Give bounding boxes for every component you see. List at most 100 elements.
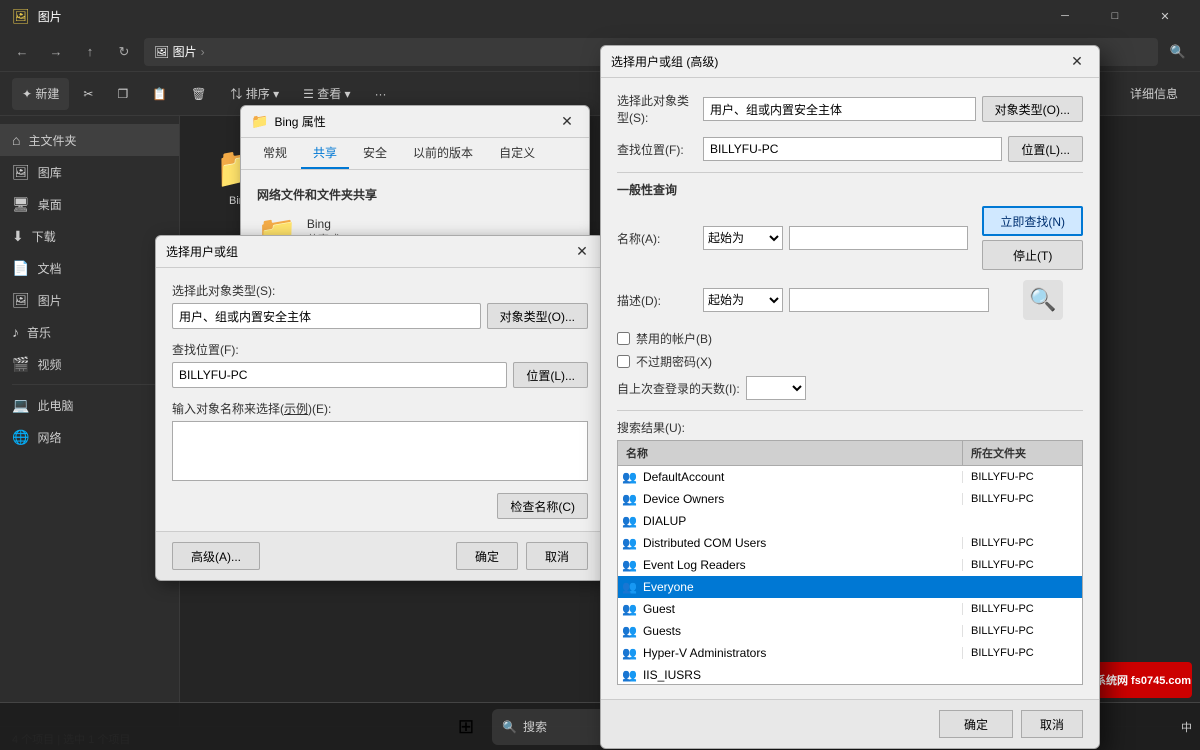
adv-dialog-buttons: 确定 取消 [601,699,1099,748]
search-bar[interactable]: 🔍 搜索 [492,709,612,745]
adv-divider2 [617,410,1083,411]
select-user-close[interactable]: ✕ [570,240,594,264]
result-item[interactable]: 👥 Hyper-V Administrators BILLYFU-PC [618,642,1082,664]
results-list[interactable]: 👥 DefaultAccount BILLYFU-PC 👥 Device Own… [617,465,1083,685]
find-now-button[interactable]: 立即查找(N) [982,206,1083,236]
search-illustration: 🔍 [1023,280,1063,320]
sidebar-item-gallery[interactable]: 🖼 图库 [0,156,179,188]
results-label: 搜索结果(U): [617,419,1083,436]
tab-share[interactable]: 共享 [301,138,349,169]
paste-button[interactable]: 📋 [142,78,177,110]
result-item[interactable]: 👥 Guests BILLYFU-PC [618,620,1082,642]
home-icon: ⌂ [12,132,20,148]
location-input-row: 位置(L)... [172,362,588,388]
sidebar-item-downloads[interactable]: ⬇ 下载 [0,220,179,252]
result-location: BILLYFU-PC [962,493,1082,505]
sidebar-item-music[interactable]: ♪ 音乐 [0,316,179,348]
downloads-icon: ⬇ [12,228,24,245]
start-button[interactable]: ⊞ [444,705,488,749]
desktop-icon: 🖥 [12,196,30,213]
sidebar-item-gallery-label: 图库 [38,164,62,181]
adv-name-input[interactable] [789,226,968,250]
check-name-button[interactable]: 检查名称(C) [497,493,588,519]
result-item[interactable]: 👥 Device Owners BILLYFU-PC [618,488,1082,510]
stop-button[interactable]: 停止(T) [982,240,1083,270]
result-item[interactable]: 👥 Distributed COM Users BILLYFU-PC [618,532,1082,554]
input-name-row: 输入对象名称来选择(示例)(E): 检查名称(C) [172,400,588,519]
result-item[interactable]: 👥 Event Log Readers BILLYFU-PC [618,554,1082,576]
col-loc-header: 所在文件夹 [962,441,1082,465]
select-user-dialog: 选择用户或组 ✕ 选择此对象类型(S): 对象类型(O)... 查找位置(F):… [155,235,605,581]
address-text: 🖼 图片 [154,43,197,60]
close-button[interactable]: ✕ [1142,0,1188,32]
search-button[interactable]: 🔍 [1164,38,1192,66]
adv-dialog-title: 选择用户或组 (高级) [611,53,1065,70]
tab-custom[interactable]: 自定义 [487,138,547,169]
result-name: Everyone [641,580,962,594]
adv-days-select[interactable] [746,376,806,400]
thispc-icon: 💻 [12,397,29,414]
result-item[interactable]: 👥 DIALUP [618,510,1082,532]
up-button[interactable]: ↑ [76,38,104,66]
adv-desc-input[interactable] [789,288,989,312]
refresh-button[interactable]: ↻ [110,38,138,66]
result-item[interactable]: 👥 Guest BILLYFU-PC [618,598,1082,620]
location-button[interactable]: 位置(L)... [513,362,588,388]
adv-object-type-button[interactable]: 对象类型(O)... [982,96,1083,122]
minimize-button[interactable]: ─ [1042,0,1088,32]
back-button[interactable]: ← [8,38,36,66]
bing-dialog-close[interactable]: ✕ [555,110,579,134]
advanced-button[interactable]: 高级(A)... [172,542,260,570]
noexpiry-label: 不过期密码(X) [636,353,712,370]
adv-desc-select[interactable]: 起始为 [703,288,783,312]
adv-dialog-close[interactable]: ✕ [1065,50,1089,74]
sidebar-item-videos[interactable]: 🎬 视频 [0,348,179,380]
location-input[interactable] [172,362,507,388]
adv-object-type-input[interactable] [703,97,976,121]
window-controls: ─ □ ✕ [1042,0,1188,32]
detail-button[interactable]: 详细信息 [1120,78,1188,110]
noexpiry-checkbox[interactable] [617,355,630,368]
videos-icon: 🎬 [12,356,29,373]
forward-button[interactable]: → [42,38,70,66]
copy-button[interactable]: ❐ [107,78,138,110]
cut-button[interactable]: ✂ [73,78,103,110]
adv-name-label: 名称(A): [617,230,697,247]
delete-button[interactable]: 🗑 [181,78,216,110]
result-name: Hyper-V Administrators [641,646,962,660]
select-ok-button[interactable]: 确定 [456,542,518,570]
object-type-row: 选择此对象类型(S): 对象类型(O)... [172,282,588,329]
address-arrow: › [201,45,205,59]
result-item[interactable]: 👥 DefaultAccount BILLYFU-PC [618,466,1082,488]
result-location: BILLYFU-PC [962,647,1082,659]
adv-cancel-button[interactable]: 取消 [1021,710,1083,738]
maximize-button[interactable]: □ [1092,0,1138,32]
sidebar-item-thispc[interactable]: 💻 此电脑 [0,389,179,421]
tab-previous[interactable]: 以前的版本 [401,138,485,169]
result-item[interactable]: 👥 Everyone [618,576,1082,598]
adv-location-button[interactable]: 位置(L)... [1008,136,1083,162]
tab-general[interactable]: 常规 [251,138,299,169]
result-item[interactable]: 👥 IIS_IUSRS [618,664,1082,685]
result-location: BILLYFU-PC [962,603,1082,615]
sidebar-item-desktop[interactable]: 🖥 桌面 [0,188,179,220]
sidebar-item-docs[interactable]: 📄 文档 [0,252,179,284]
object-type-button[interactable]: 对象类型(O)... [487,303,588,329]
adv-action-buttons: 立即查找(N) 停止(T) [982,206,1083,270]
adv-disabled-row: 禁用的帐户(B) [617,330,1083,347]
adv-dialog-content: 选择此对象类型(S): 对象类型(O)... 查找位置(F): 位置(L)...… [601,78,1099,699]
sidebar-item-network[interactable]: 🌐 网络 [0,421,179,453]
object-name-input[interactable] [172,421,588,481]
disabled-accounts-checkbox[interactable] [617,332,630,345]
col-name-header: 名称 [618,441,962,465]
adv-ok-button[interactable]: 确定 [939,710,1013,738]
select-cancel-button[interactable]: 取消 [526,542,588,570]
sidebar-item-pictures[interactable]: 🖼 图片 [0,284,179,316]
tab-security[interactable]: 安全 [351,138,399,169]
new-button[interactable]: ✦ 新建 [12,78,69,110]
object-type-input[interactable] [172,303,481,329]
sidebar-item-home[interactable]: ⌂ 主文件夹 [0,124,179,156]
adv-location-input[interactable] [703,137,1002,161]
advanced-select-dialog: 选择用户或组 (高级) ✕ 选择此对象类型(S): 对象类型(O)... 查找位… [600,45,1100,749]
adv-name-select[interactable]: 起始为 [703,226,783,250]
